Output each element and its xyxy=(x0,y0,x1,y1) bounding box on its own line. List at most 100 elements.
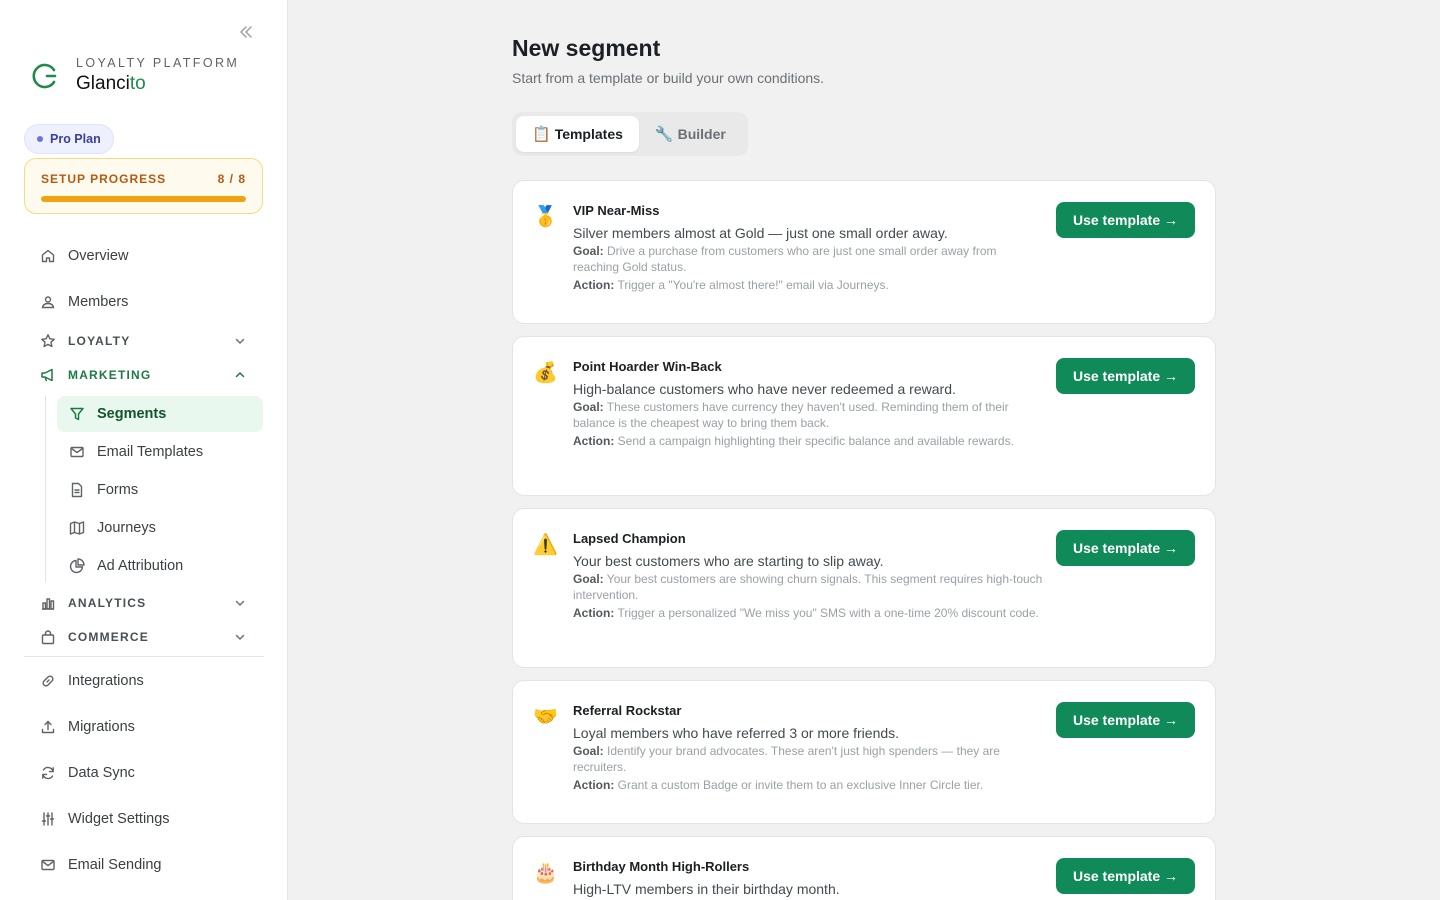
brand-logo-icon xyxy=(32,63,57,88)
template-action: Action: Trigger a "You're almost there!"… xyxy=(573,277,1043,293)
nav-item-data-sync[interactable]: Data Sync xyxy=(24,755,263,791)
goal-text: Drive a purchase from customers who are … xyxy=(573,244,997,274)
nav-item-widget-settings[interactable]: Widget Settings xyxy=(24,801,263,837)
filter-icon xyxy=(69,406,85,422)
template-name: Referral Rockstar xyxy=(573,703,682,718)
mode-tabs: 📋 Templates 🔧 Builder xyxy=(512,112,748,156)
birthday-cake-icon: 🎂 xyxy=(533,862,558,884)
nav-label-integrations: Integrations xyxy=(68,673,144,689)
sidebar-item-ad-attribution[interactable]: Ad Attribution xyxy=(57,548,263,584)
sidebar: LOYALTY PLATFORM Glancito Pro Plan SETUP… xyxy=(0,0,288,900)
template-card: ⚠️ Lapsed Champion Your best customers w… xyxy=(512,508,1216,668)
megaphone-icon xyxy=(40,367,56,383)
template-goal: Goal: Drive a purchase from customers wh… xyxy=(573,243,1043,275)
nav-label-widget-settings: Widget Settings xyxy=(68,811,170,827)
nav-section-marketing[interactable]: MARKETING xyxy=(24,360,263,390)
sidebar-label-journeys: Journeys xyxy=(97,520,156,536)
template-action: Action: Send a campaign highlighting the… xyxy=(573,433,1043,449)
sidebar-divider xyxy=(24,656,264,657)
nav-item-email-sending[interactable]: Email Sending xyxy=(24,847,263,883)
template-action: Action: Trigger a personalized "We miss … xyxy=(573,605,1043,621)
setup-progress-card[interactable]: SETUP PROGRESS 8 / 8 xyxy=(24,158,263,214)
nav-label-email-sending: Email Sending xyxy=(68,857,162,873)
nav-item-integrations[interactable]: Integrations xyxy=(24,663,263,699)
nav-label-migrations: Migrations xyxy=(68,719,135,735)
setup-progress-label: SETUP PROGRESS xyxy=(41,172,167,186)
nav-label-overview: Overview xyxy=(68,248,129,264)
goal-text: Your best customers are showing churn si… xyxy=(573,572,1043,602)
action-text: Send a campaign highlighting their speci… xyxy=(617,434,1014,448)
template-card: 🤝 Referral Rockstar Loyal members who ha… xyxy=(512,680,1216,824)
sidebar-item-email-templates[interactable]: Email Templates xyxy=(57,434,263,470)
brand-name: Glancito xyxy=(76,73,239,95)
template-name: Lapsed Champion xyxy=(573,531,686,546)
brand-name-main: Glanci xyxy=(76,73,130,94)
mail-icon xyxy=(69,444,85,460)
clipboard-icon: 📋 xyxy=(532,126,551,143)
tab-builder[interactable]: 🔧 Builder xyxy=(639,116,742,152)
goal-label: Goal: xyxy=(573,244,604,258)
nav-section-loyalty[interactable]: LOYALTY xyxy=(24,326,263,356)
template-description: Loyal members who have referred 3 or mor… xyxy=(573,725,900,741)
nav-item-migrations[interactable]: Migrations xyxy=(24,709,263,745)
sidebar-item-segments[interactable]: Segments xyxy=(57,396,263,432)
sidebar-label-forms: Forms xyxy=(97,482,139,498)
template-card: 🥇 VIP Near-Miss Silver members almost at… xyxy=(512,180,1216,324)
refresh-icon xyxy=(40,765,56,781)
action-text: Trigger a personalized "We miss you" SMS… xyxy=(617,606,1039,620)
action-label: Action: xyxy=(573,606,615,620)
template-description: Silver members almost at Gold — just one… xyxy=(573,225,948,241)
action-label: Action: xyxy=(573,278,615,292)
brand[interactable]: LOYALTY PLATFORM Glancito xyxy=(28,56,239,95)
brand-name-accent: to xyxy=(129,73,146,94)
document-icon xyxy=(69,482,85,498)
nav-item-members[interactable]: Members xyxy=(24,284,263,320)
goal-label: Goal: xyxy=(573,744,604,758)
goal-label: Goal: xyxy=(573,400,604,414)
template-action: Action: Grant a custom Badge or invite t… xyxy=(573,777,1043,793)
use-template-button[interactable]: Use template → xyxy=(1056,358,1195,394)
money-bag-icon: 💰 xyxy=(533,362,558,384)
setup-progress-fill xyxy=(41,196,246,202)
nav-section-label-marketing: MARKETING xyxy=(68,368,152,382)
warning-icon: ⚠️ xyxy=(533,534,558,556)
sidebar-label-email-templates: Email Templates xyxy=(97,444,204,460)
brand-subtitle: LOYALTY PLATFORM xyxy=(76,56,240,70)
sidebar-label-ad-attribution: Ad Attribution xyxy=(97,558,184,574)
page-subtitle: Start from a template or build your own … xyxy=(512,70,825,86)
handshake-icon: 🤝 xyxy=(533,706,558,728)
tab-builder-label: Builder xyxy=(677,126,726,142)
template-name: Point Hoarder Win-Back xyxy=(573,359,722,374)
use-template-button[interactable]: Use template → xyxy=(1056,530,1195,566)
action-label: Action: xyxy=(573,434,615,448)
collapse-sidebar-icon[interactable] xyxy=(236,22,256,42)
template-description: High-balance customers who have never re… xyxy=(573,381,956,397)
nav-label-members: Members xyxy=(68,294,129,310)
use-template-button[interactable]: Use template → xyxy=(1056,858,1195,894)
use-template-button[interactable]: Use template → xyxy=(1056,202,1195,238)
template-description: Your best customers who are starting to … xyxy=(573,553,884,569)
template-goal: Goal: These customers have currency they… xyxy=(573,399,1043,431)
star-icon xyxy=(40,333,56,349)
bar-chart-icon xyxy=(40,595,56,611)
template-name: VIP Near-Miss xyxy=(573,203,660,218)
chevron-down-icon xyxy=(235,634,245,641)
nav-section-label-loyalty: LOYALTY xyxy=(68,334,131,348)
nav-section-commerce[interactable]: COMMERCE xyxy=(24,622,263,652)
template-goal: Goal: Your best customers are showing ch… xyxy=(573,571,1043,603)
setup-progress-bar xyxy=(41,196,246,202)
pie-chart-icon xyxy=(69,558,85,574)
template-card: 💰 Point Hoarder Win-Back High-balance cu… xyxy=(512,336,1216,496)
main-content: New segment Start from a template or bui… xyxy=(288,0,1440,900)
use-template-button[interactable]: Use template → xyxy=(1056,702,1195,738)
sidebar-item-journeys[interactable]: Journeys xyxy=(57,510,263,546)
plan-badge[interactable]: Pro Plan xyxy=(24,124,114,154)
sidebar-item-forms[interactable]: Forms xyxy=(57,472,263,508)
goal-text: Identify your brand advocates. These are… xyxy=(573,744,1000,774)
link-icon xyxy=(40,673,56,689)
nav-section-analytics[interactable]: ANALYTICS xyxy=(24,588,263,618)
nav-item-overview[interactable]: Overview xyxy=(24,238,263,274)
action-text: Grant a custom Badge or invite them to a… xyxy=(617,778,984,792)
tab-templates[interactable]: 📋 Templates xyxy=(516,116,639,152)
members-icon xyxy=(40,294,56,310)
